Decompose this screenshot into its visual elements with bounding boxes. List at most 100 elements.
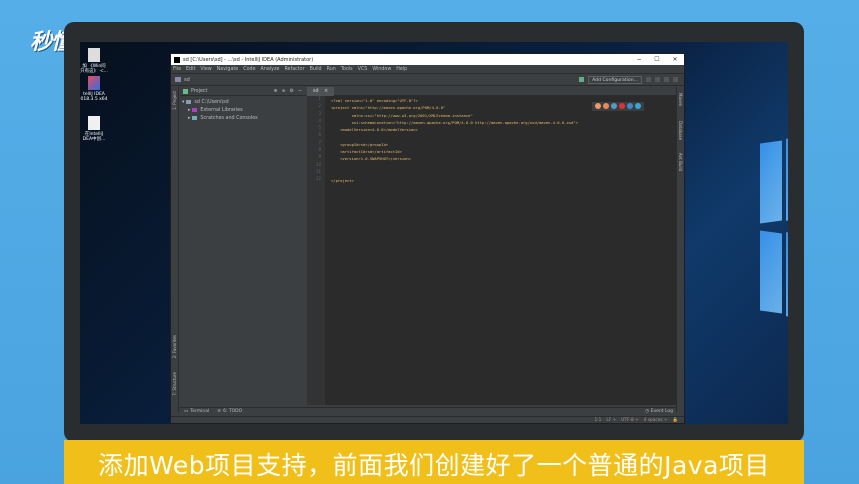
breadcrumb[interactable]: sd xyxy=(184,77,190,83)
intellij-icon xyxy=(88,76,100,90)
firefox-icon[interactable] xyxy=(603,103,609,109)
scratches-icon xyxy=(192,116,198,120)
line-separator[interactable]: LF ÷ xyxy=(606,418,616,423)
tab-structure[interactable]: 7: Structure xyxy=(172,372,177,396)
code-content: <?xml version="1.0" encoding="UTF-8"?> <p… xyxy=(331,98,578,186)
code-line: <version>1.0-SNAPSHOT</version> xyxy=(331,156,412,162)
menu-file[interactable]: File xyxy=(173,67,181,72)
tab-favorites[interactable]: 2: Favorites xyxy=(172,335,177,358)
line-gutter: 1 2 3 4 5 6 7 8 9 10 11 12 xyxy=(307,96,325,405)
lock-icon[interactable]: 🔓 xyxy=(673,418,678,423)
tab-ant-build[interactable]: Ant Build xyxy=(678,153,683,171)
windows-logo xyxy=(752,82,788,412)
library-icon xyxy=(192,108,198,112)
desktop-icon-intellij[interactable]: telliJ IDEA 018.3.5 x64 xyxy=(76,76,112,102)
search-icon[interactable] xyxy=(673,77,678,82)
todo-tab[interactable]: 6: TODO xyxy=(223,409,242,414)
code-editor[interactable]: <?xml version="1.0" encoding="UTF-8"?> <p… xyxy=(325,96,676,405)
subtitle-text: 添加Web项目支持，前面我们创建好了一个普通的Java项目 xyxy=(98,451,770,480)
project-panel: Project ⊕ ≑ ⚙ − ▾ sd C:\Users\sd ▸ Exter… xyxy=(180,87,306,405)
code-line: <modelVersion>4.0.0</modelVersion> xyxy=(331,127,418,133)
intellij-window: sd [C:\Users\sd] - ...\sd - IntelliJ IDE… xyxy=(170,53,685,424)
caret-position[interactable]: 1:1 xyxy=(594,418,601,423)
chevron-right-icon: ▸ xyxy=(188,115,191,121)
locate-icon[interactable]: ⊕ xyxy=(274,89,278,94)
menu-build[interactable]: Build xyxy=(310,67,322,72)
edge-icon[interactable] xyxy=(635,103,641,109)
file-encoding[interactable]: UTF-8 ÷ xyxy=(621,418,639,423)
file-icon xyxy=(88,48,100,62)
line-number: 7 xyxy=(318,139,321,145)
editor-tab[interactable]: sd × xyxy=(307,87,335,96)
menu-code[interactable]: Code xyxy=(243,67,255,72)
project-panel-header: Project ⊕ ≑ ⚙ − xyxy=(180,87,306,96)
maximize-button[interactable]: ☐ xyxy=(648,56,666,63)
menu-navigate[interactable]: Navigate xyxy=(217,67,239,72)
line-number: 9 xyxy=(318,154,321,160)
tab-database[interactable]: Database xyxy=(678,121,683,140)
terminal-tab[interactable]: Terminal xyxy=(190,409,209,414)
event-log-label: Event Log xyxy=(650,409,673,414)
event-log-icon: ◷ xyxy=(645,409,650,414)
minimize-button[interactable]: − xyxy=(630,56,648,63)
safari-icon[interactable] xyxy=(611,103,617,109)
code-line: xsi:schemaLocation="http://maven.apache.… xyxy=(331,119,578,125)
menu-analyze[interactable]: Analyze xyxy=(261,67,280,72)
gear-icon[interactable]: ⚙ xyxy=(290,89,294,94)
menu-vcs[interactable]: VCS xyxy=(358,67,368,72)
tab-project[interactable]: 1: Project xyxy=(172,91,177,110)
chevron-right-icon: ▸ xyxy=(188,107,191,113)
menu-refactor[interactable]: Refactor xyxy=(284,67,304,72)
tab-maven[interactable]: Maven xyxy=(678,93,683,106)
document-icon xyxy=(88,116,100,130)
opera-icon[interactable] xyxy=(619,103,625,109)
line-number: 5 xyxy=(318,125,321,131)
line-number: 8 xyxy=(318,147,321,153)
bottom-tool-bar: ▭ Terminal ≡ 6: TODO ◷ Event Log xyxy=(180,407,677,415)
folder-icon xyxy=(186,100,192,104)
folder-icon xyxy=(175,77,181,82)
tree-item-scratches[interactable]: ▸ Scratches and Consoles xyxy=(180,114,306,122)
tree-item-label: External Libraries xyxy=(200,107,243,113)
event-log-tab[interactable]: ◷ Event Log xyxy=(645,409,677,414)
project-panel-title[interactable]: Project xyxy=(191,89,207,94)
code-line: <artifactId>sd</artifactId> xyxy=(331,149,402,155)
menu-window[interactable]: Window xyxy=(372,67,391,72)
add-configuration-button[interactable]: Add Configuration... xyxy=(588,75,642,84)
collapse-icon[interactable]: ≑ xyxy=(282,89,286,94)
indent-setting[interactable]: 4 spaces ÷ xyxy=(644,418,668,423)
menu-edit[interactable]: Edit xyxy=(186,67,195,72)
line-number: 1 xyxy=(318,96,321,101)
run-icon[interactable] xyxy=(646,77,651,82)
window-title: sd [C:\Users\sd] - ...\sd - IntelliJ IDE… xyxy=(183,56,314,63)
code-line: <?xml version="1.0" encoding="UTF-8"?> xyxy=(331,98,418,103)
hide-icon[interactable]: − xyxy=(298,89,302,94)
editor-tab-bar: sd × xyxy=(307,87,676,96)
menu-tools[interactable]: Tools xyxy=(341,67,353,72)
line-number: 10 xyxy=(315,161,321,167)
terminal-icon: ▭ xyxy=(184,409,189,414)
code-line: <project xmlns="http://maven.apache.org/… xyxy=(331,105,446,111)
subtitle-bar: 添加Web项目支持，前面我们创建好了一个普通的Java项目 xyxy=(64,440,804,484)
chrome-icon[interactable] xyxy=(595,103,601,109)
menu-help[interactable]: Help xyxy=(396,67,407,72)
settings-icon[interactable] xyxy=(664,77,669,82)
build-icon[interactable] xyxy=(579,77,585,82)
ie-icon[interactable] xyxy=(627,103,633,109)
desktop-icon-shortcut[interactable]: 加 《Win问 只有这》 -c... xyxy=(76,48,112,74)
desktop-icon-document[interactable]: 在IntelliJ DEA中创... xyxy=(76,116,112,142)
close-icon[interactable]: × xyxy=(324,89,328,94)
line-number: 3 xyxy=(318,110,321,116)
debug-icon[interactable] xyxy=(655,77,660,82)
menu-view[interactable]: View xyxy=(200,67,211,72)
project-icon xyxy=(183,88,188,94)
tree-item-external-libraries[interactable]: ▸ External Libraries xyxy=(180,106,306,114)
tree-item-project-root[interactable]: ▾ sd C:\Users\sd xyxy=(180,98,306,106)
chevron-down-icon: ▾ xyxy=(182,99,185,105)
close-button[interactable]: ✕ xyxy=(666,56,684,63)
menu-run[interactable]: Run xyxy=(327,67,336,72)
navigation-bar: sd Add Configuration... xyxy=(171,74,684,86)
right-tool-strip: Maven Database Ant Build xyxy=(676,87,684,412)
